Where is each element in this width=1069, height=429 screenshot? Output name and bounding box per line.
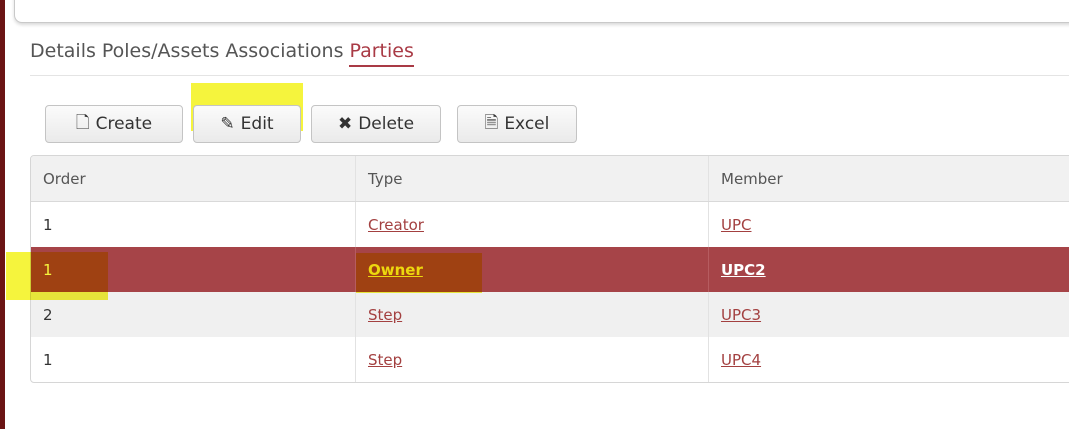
- member-cell: UPC2: [709, 247, 1069, 292]
- table-row-selected[interactable]: 1 Owner UPC2: [31, 247, 1069, 292]
- member-cell: UPC3: [709, 292, 1069, 337]
- parties-table: Order Type Member 1 Creator UPC 1 Owner …: [30, 155, 1069, 383]
- type-cell: Creator: [356, 202, 709, 247]
- type-link[interactable]: Step: [368, 351, 402, 369]
- x-icon: ✖: [337, 114, 353, 134]
- order-cell: 1: [31, 202, 356, 247]
- column-header-member[interactable]: Member: [709, 156, 1069, 201]
- member-cell: UPC4: [709, 337, 1069, 382]
- excel-file-icon: 🗎: [484, 112, 499, 133]
- type-link[interactable]: Creator: [368, 216, 424, 234]
- tab-parties[interactable]: Parties: [349, 40, 414, 67]
- highlight-mark-order: [6, 252, 108, 300]
- excel-button[interactable]: 🗎 Excel: [457, 105, 577, 143]
- pencil-icon: ✎: [220, 114, 235, 134]
- file-icon: 🗋: [75, 112, 90, 133]
- table-row[interactable]: 1 Step UPC4: [31, 337, 1069, 382]
- edit-button-label: Edit: [240, 114, 274, 134]
- delete-button-label: Delete: [358, 114, 415, 134]
- top-panel: [14, 0, 1069, 23]
- tab-associations[interactable]: Associations: [225, 40, 343, 67]
- member-link[interactable]: UPC4: [721, 351, 761, 369]
- column-header-type[interactable]: Type: [356, 156, 709, 201]
- member-link[interactable]: UPC: [721, 216, 752, 234]
- create-button-label: Create: [95, 114, 153, 134]
- tab-details[interactable]: Details: [30, 40, 96, 67]
- excel-button-label: Excel: [504, 114, 550, 134]
- tab-bar: Details Poles/Assets Associations Partie…: [30, 40, 414, 67]
- type-cell: Step: [356, 337, 709, 382]
- type-link[interactable]: Step: [368, 306, 402, 324]
- highlight-mark-type: [356, 253, 482, 293]
- member-cell: UPC: [709, 202, 1069, 247]
- window-left-border: [0, 0, 5, 429]
- tab-divider: [30, 75, 1069, 76]
- delete-button[interactable]: ✖ Delete: [311, 105, 441, 143]
- table-row[interactable]: 2 Step UPC3: [31, 292, 1069, 337]
- create-button[interactable]: 🗋 Create: [45, 105, 183, 143]
- type-cell: Step: [356, 292, 709, 337]
- column-header-order[interactable]: Order: [31, 156, 356, 201]
- member-link[interactable]: UPC3: [721, 306, 761, 324]
- member-link[interactable]: UPC2: [721, 261, 766, 279]
- edit-button[interactable]: ✎ Edit: [193, 105, 301, 143]
- table-row[interactable]: 1 Creator UPC: [31, 202, 1069, 247]
- table-header-row: Order Type Member: [31, 156, 1069, 202]
- tab-poles-assets[interactable]: Poles/Assets: [102, 40, 220, 67]
- order-cell: 1: [31, 337, 356, 382]
